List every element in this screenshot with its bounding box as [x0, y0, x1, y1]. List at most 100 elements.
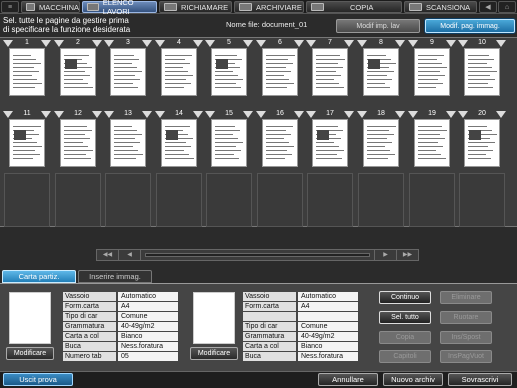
page-preview [60, 48, 96, 96]
paper-setting-label: Form.carta [63, 302, 116, 311]
scroll-prev-button[interactable]: ◀ [119, 250, 141, 260]
paper-setting-label: Grammatura [243, 332, 296, 341]
sel-tutto-button[interactable]: Sel. tutto [379, 311, 431, 324]
paper-setting-row: Carta a col Bianco [243, 342, 359, 351]
paper-setting-value: Ness.foratura [118, 342, 178, 351]
insert-marker-icon[interactable] [92, 40, 102, 47]
page-preview [262, 119, 298, 167]
insert-marker-icon[interactable] [395, 111, 405, 118]
tab-inserire-immag[interactable]: Inserire immag. [78, 270, 152, 283]
speaker-icon[interactable]: ◀ [479, 1, 497, 13]
paper-setting-row [243, 312, 359, 321]
insert-marker-icon[interactable] [294, 111, 304, 118]
eliminare-button[interactable]: Eliminare [440, 291, 492, 304]
insert-marker-icon[interactable] [193, 40, 203, 47]
page-thumbnail[interactable]: 20 [458, 110, 506, 171]
modif-pag-immag-button[interactable]: Modif. pag. immag. [425, 19, 515, 33]
paper-setting-label: Buca [243, 352, 296, 361]
page-thumbnail[interactable]: 6 [256, 39, 304, 100]
page-thumbnail[interactable]: 13 [104, 110, 152, 171]
page-thumbnail[interactable]: 11 [3, 110, 51, 171]
tab-archiviare[interactable]: ARCHIVIARE [234, 1, 304, 13]
empty-page-slot [156, 173, 202, 227]
annullare-button[interactable]: Annullare [318, 373, 378, 386]
ins-pag-vuot-button[interactable]: InsPagVuot [440, 350, 492, 363]
tab-scansiona[interactable]: SCANSIONA [404, 1, 477, 13]
insert-marker-icon[interactable] [344, 111, 354, 118]
insert-marker-icon[interactable] [344, 40, 354, 47]
home-icon[interactable]: ⌂ [498, 1, 516, 13]
uscit-prova-button[interactable]: Uscit prova [3, 373, 73, 386]
paper-setting-row: Tipo di car Comune [243, 322, 359, 331]
scroll-track[interactable] [145, 253, 370, 257]
scroll-last-button[interactable]: ▶▶ [396, 250, 418, 260]
insert-marker-icon[interactable] [243, 111, 253, 118]
ins-spost-button[interactable]: Ins/Spost [440, 331, 492, 344]
nuovo-archiv-button[interactable]: Nuovo archiv [383, 373, 443, 386]
page-thumbnail[interactable]: 17 [306, 110, 354, 171]
page-thumbnail[interactable]: 7 [306, 39, 354, 100]
insert-marker-icon[interactable] [496, 111, 506, 118]
paper-setting-row: Buca Ness.foratura [243, 352, 359, 361]
page-preview [60, 119, 96, 167]
insert-marker-icon[interactable] [92, 111, 102, 118]
insert-marker-icon[interactable] [446, 40, 456, 47]
tab-macchina[interactable]: MACCHINA [21, 1, 80, 13]
insert-marker-icon[interactable] [496, 40, 506, 47]
page-thumbnail[interactable]: 19 [408, 110, 456, 171]
paper-setting-row: Buca Ness.foratura [63, 342, 179, 351]
page-thumbnail[interactable]: 5 [205, 39, 253, 100]
empty-page-slot [307, 173, 353, 227]
page-thumbnail[interactable]: 8 [357, 39, 405, 100]
store-icon [239, 3, 252, 11]
paper-setting-row: Tipo di car Comune [63, 312, 179, 321]
insert-marker-icon[interactable] [243, 40, 253, 47]
paper-setting-value: Automatico [298, 292, 358, 301]
tab-richiamare[interactable]: RICHIAMARE [159, 1, 232, 13]
scroll-first-button[interactable]: ◀◀ [97, 250, 119, 260]
page-preview [414, 48, 450, 96]
page-thumbnail[interactable]: 10 [458, 39, 506, 100]
page-thumbnail[interactable]: 4 [155, 39, 203, 100]
tab-carta-partiz[interactable]: Carta partiz. [2, 270, 76, 283]
insert-marker-icon[interactable] [142, 111, 152, 118]
right-modify-button[interactable]: Modificare [190, 347, 238, 360]
recall-icon [164, 3, 177, 11]
tab-elenco-lavori[interactable]: ELENCO LAVORI [82, 0, 157, 16]
page-thumbnail[interactable]: 12 [54, 110, 102, 171]
modif-imp-lav-button[interactable]: Modif imp. lav [336, 19, 420, 33]
menu-icon[interactable]: ≡ [1, 1, 19, 13]
page-thumbnail[interactable]: 2 [54, 39, 102, 100]
capitoli-button[interactable]: Capitoli [379, 350, 431, 363]
page-thumbnail[interactable]: 3 [104, 39, 152, 100]
page-scrollbar[interactable]: ◀◀ ◀ ▶ ▶▶ [96, 249, 419, 261]
paper-setting-value: 40-49g/m2 [118, 322, 178, 331]
paper-setting-value: Ness.foratura [298, 352, 358, 361]
paper-setting-value: Automatico [118, 292, 178, 301]
continuo-button[interactable]: Continuo [379, 291, 431, 304]
tab-copia[interactable]: COPIA [306, 1, 402, 13]
page-thumbnail[interactable]: 16 [256, 110, 304, 171]
insert-marker-icon[interactable] [294, 40, 304, 47]
insert-marker-icon[interactable] [41, 40, 51, 47]
insert-marker-icon[interactable] [142, 40, 152, 47]
page-thumbnail[interactable]: 9 [408, 39, 456, 100]
sovrascrivi-button[interactable]: Sovrascrivi [448, 373, 512, 386]
left-modify-button[interactable]: Modificare [6, 347, 54, 360]
page-preview [161, 48, 197, 96]
copia-button[interactable]: Copia [379, 331, 431, 344]
insert-marker-icon[interactable] [41, 111, 51, 118]
insert-marker-icon[interactable] [446, 111, 456, 118]
ruotare-button[interactable]: Ruotare [440, 311, 492, 324]
top-tab-bar: ≡ MACCHINA ELENCO LAVORI RICHIAMARE ARCH… [0, 0, 517, 16]
page-preview [363, 119, 399, 167]
insert-marker-icon[interactable] [193, 111, 203, 118]
paper-setting-label: Tipo di car [243, 322, 296, 331]
page-thumbnail[interactable]: 15 [205, 110, 253, 171]
scroll-next-button[interactable]: ▶ [374, 250, 396, 260]
page-thumbnail[interactable]: 14 [155, 110, 203, 171]
empty-page-slot [257, 173, 303, 227]
page-thumbnail[interactable]: 1 [3, 39, 51, 100]
insert-marker-icon[interactable] [395, 40, 405, 47]
page-thumbnail[interactable]: 18 [357, 110, 405, 171]
